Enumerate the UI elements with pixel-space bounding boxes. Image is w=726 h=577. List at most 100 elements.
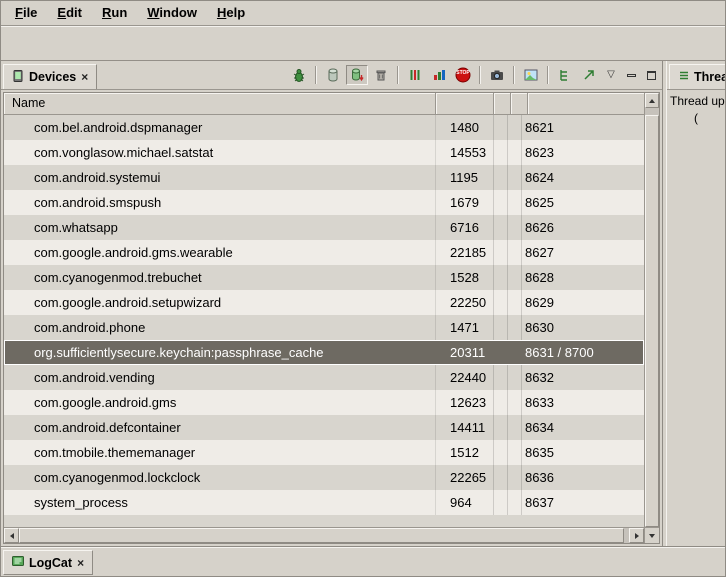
go-arrow-icon[interactable]	[578, 65, 600, 85]
cell-name: com.android.vending	[4, 365, 436, 390]
vertical-scroll-thumb[interactable]	[645, 115, 659, 527]
cell-extra1	[494, 265, 508, 290]
cell-name: com.google.android.gms	[4, 390, 436, 415]
stop-process-icon[interactable]: STOP	[452, 65, 474, 85]
table-row[interactable]: com.tmobile.thememanager 1512 8635	[4, 440, 644, 465]
cell-extra2	[508, 290, 522, 315]
cell-name: com.tmobile.thememanager	[4, 440, 436, 465]
tree-view-icon[interactable]	[554, 65, 576, 85]
cell-extra1	[494, 290, 508, 315]
cell-extra2	[508, 465, 522, 490]
cell-extra2	[508, 165, 522, 190]
threads-view-header: Threads	[667, 61, 725, 90]
table-row[interactable]: com.cyanogenmod.trebuchet 1528 8628	[4, 265, 644, 290]
tab-devices-label: Devices	[29, 70, 76, 84]
cell-port: 8633	[522, 390, 644, 415]
cell-extra2	[508, 190, 522, 215]
table-row[interactable]: com.vonglasow.michael.satstat 14553 8623	[4, 140, 644, 165]
table-row[interactable]: com.android.defcontainer 14411 8634	[4, 415, 644, 440]
menu-edit-mnemonic: E	[57, 5, 66, 20]
cell-extra1	[494, 165, 508, 190]
cell-name: system_process	[4, 490, 436, 515]
view-menu-icon[interactable]: ▽	[602, 66, 620, 84]
cell-pid: 1471	[436, 315, 494, 340]
menu-run[interactable]: Run	[92, 2, 137, 24]
cell-port: 8635	[522, 440, 644, 465]
scroll-down-button[interactable]	[644, 527, 659, 543]
update-threads-icon[interactable]	[404, 65, 426, 85]
logcat-tab-icon	[11, 554, 25, 571]
table-row[interactable]: com.android.smspush 1679 8625	[4, 190, 644, 215]
menu-file-mnemonic: F	[15, 5, 23, 20]
maximize-icon[interactable]	[642, 66, 660, 84]
view-hierarchy-icon[interactable]	[520, 65, 542, 85]
cell-name: com.whatsapp	[4, 215, 436, 240]
column-header-extra2[interactable]	[511, 93, 528, 114]
table-row[interactable]: com.android.systemui 1195 8624	[4, 165, 644, 190]
scroll-up-button[interactable]	[645, 93, 659, 108]
cell-extra1	[494, 490, 508, 515]
threads-message: Thread up (	[667, 90, 725, 546]
cell-name: com.cyanogenmod.trebuchet	[4, 265, 436, 290]
table-row[interactable]: com.whatsapp 6716 8626	[4, 215, 644, 240]
horizontal-scroll-thumb[interactable]	[19, 528, 624, 543]
cause-gc-icon[interactable]	[370, 65, 392, 85]
tab-logcat[interactable]: LogCat ×	[3, 550, 93, 575]
table-row[interactable]: system_process 964 8637	[4, 490, 644, 515]
table-row[interactable]: com.android.vending 22440 8632	[4, 365, 644, 390]
menu-window-mnemonic: W	[147, 5, 159, 20]
table-row[interactable]: com.google.android.gms 12623 8633	[4, 390, 644, 415]
menu-help[interactable]: Help	[207, 2, 255, 24]
main-area: Devices ×	[1, 61, 725, 546]
menu-edit[interactable]: Edit	[47, 2, 92, 24]
cell-pid: 14553	[436, 140, 494, 165]
table-row[interactable]: com.android.phone 1471 8630	[4, 315, 644, 340]
toolbar-separator	[547, 66, 549, 84]
menu-file-label: ile	[23, 5, 37, 20]
table-row[interactable]: com.google.android.setupwizard 22250 862…	[4, 290, 644, 315]
menu-window[interactable]: Window	[137, 2, 207, 24]
cell-pid: 22250	[436, 290, 494, 315]
table-row[interactable]: com.cyanogenmod.lockclock 22265 8636	[4, 465, 644, 490]
threads-panel: Threads Thread up (	[666, 61, 725, 546]
cell-extra1	[494, 190, 508, 215]
column-header-name[interactable]: Name	[4, 93, 436, 114]
menu-file[interactable]: File	[5, 2, 47, 24]
table-row[interactable]: org.sufficientlysecure.keychain:passphra…	[4, 340, 644, 365]
cell-extra2	[508, 215, 522, 240]
toolbar-separator	[513, 66, 515, 84]
column-header-pid[interactable]	[436, 93, 494, 114]
screen-capture-icon[interactable]	[486, 65, 508, 85]
main-toolbar	[1, 26, 725, 61]
cell-name: com.vonglasow.michael.satstat	[4, 140, 436, 165]
cell-port: 8623	[522, 140, 644, 165]
start-method-profiling-icon[interactable]	[428, 65, 450, 85]
table-row[interactable]: com.google.android.gms.wearable 22185 86…	[4, 240, 644, 265]
tab-threads[interactable]: Threads	[669, 64, 725, 89]
cell-port: 8621	[522, 115, 644, 140]
debug-icon[interactable]	[288, 65, 310, 85]
scroll-left-button[interactable]	[4, 528, 19, 543]
scroll-right-button[interactable]	[629, 528, 644, 543]
dump-hprof-icon[interactable]	[346, 65, 368, 85]
cell-extra2	[508, 340, 522, 365]
tab-devices[interactable]: Devices ×	[3, 64, 97, 89]
cell-extra2	[508, 490, 522, 515]
table-row[interactable]: com.bel.android.dspmanager 1480 8621	[4, 115, 644, 140]
cell-pid: 22185	[436, 240, 494, 265]
cell-pid: 14411	[436, 415, 494, 440]
vertical-scrollbar	[644, 93, 659, 527]
column-header-port[interactable]	[528, 93, 644, 114]
close-icon[interactable]: ×	[80, 70, 89, 84]
menu-run-mnemonic: R	[102, 5, 111, 20]
update-heap-icon[interactable]	[322, 65, 344, 85]
cell-pid: 964	[436, 490, 494, 515]
close-icon[interactable]: ×	[76, 556, 85, 570]
column-header-extra1[interactable]	[494, 93, 511, 114]
horizontal-scrollbar	[4, 527, 644, 543]
cell-name: com.android.defcontainer	[4, 415, 436, 440]
cell-extra1	[494, 215, 508, 240]
menu-window-label: indow	[159, 5, 197, 20]
minimize-icon[interactable]	[622, 66, 640, 84]
menu-run-label: un	[111, 5, 127, 20]
